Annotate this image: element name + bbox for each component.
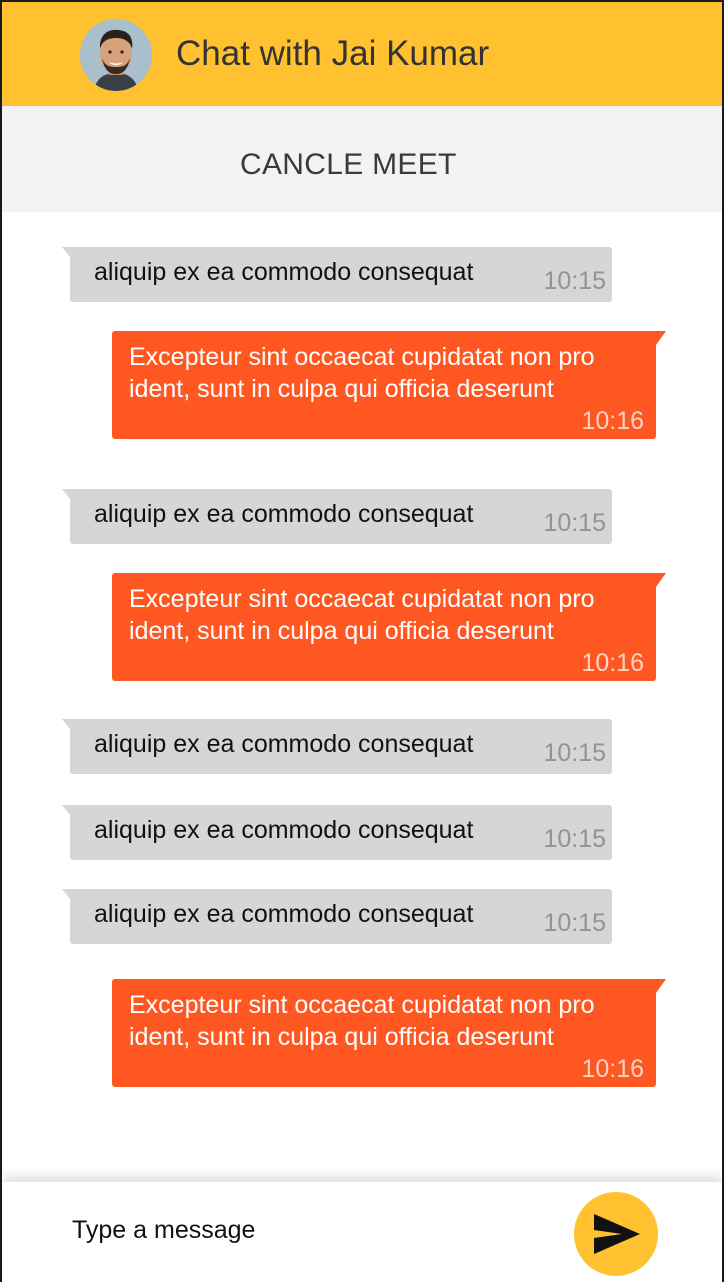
outgoing-message: Excepteur sint occaecat cupidatat non pr… [112,331,666,439]
incoming-message: aliquip ex ea commodo consequat 10:15 [62,889,612,944]
message-time: 10:15 [543,825,606,853]
message-input[interactable] [62,1208,562,1252]
message-text: aliquip ex ea commodo consequat [94,500,474,528]
incoming-message: aliquip ex ea commodo consequat 10:15 [62,805,612,860]
message-text: Excepteur sint occaecat cupidatat non pr… [129,343,595,403]
chat-title: Chat with Jai Kumar [176,34,490,73]
chat-header: Chat with Jai Kumar [2,2,722,106]
message-time: 10:16 [581,1055,644,1083]
send-icon [594,1214,640,1254]
message-text: aliquip ex ea commodo consequat [94,900,474,928]
message-text: Excepteur sint occaecat cupidatat non pr… [129,991,595,1051]
cancel-meet-button[interactable]: CANCLE MEET [240,147,457,183]
message-time: 10:15 [543,909,606,937]
outgoing-message: Excepteur sint occaecat cupidatat non pr… [112,979,666,1087]
message-time: 10:16 [581,407,644,435]
meet-action-bar: CANCLE MEET [2,106,722,212]
avatar[interactable] [80,19,152,91]
chat-screen: Chat with Jai Kumar CANCLE MEET aliquip … [0,0,724,1282]
incoming-message: aliquip ex ea commodo consequat 10:15 [62,719,612,774]
incoming-message: aliquip ex ea commodo consequat 10:15 [62,489,612,544]
message-text: aliquip ex ea commodo consequat [94,730,474,758]
message-composer [2,1182,722,1282]
message-text: aliquip ex ea commodo consequat [94,258,474,286]
message-time: 10:15 [543,509,606,537]
message-time: 10:15 [543,267,606,295]
incoming-message: aliquip ex ea commodo consequat 10:15 [62,247,612,302]
message-text: Excepteur sint occaecat cupidatat non pr… [129,585,595,645]
message-text: aliquip ex ea commodo consequat [94,816,474,844]
send-button[interactable] [574,1192,658,1276]
message-time: 10:15 [543,739,606,767]
outgoing-message: Excepteur sint occaecat cupidatat non pr… [112,573,666,681]
message-time: 10:16 [581,649,644,677]
